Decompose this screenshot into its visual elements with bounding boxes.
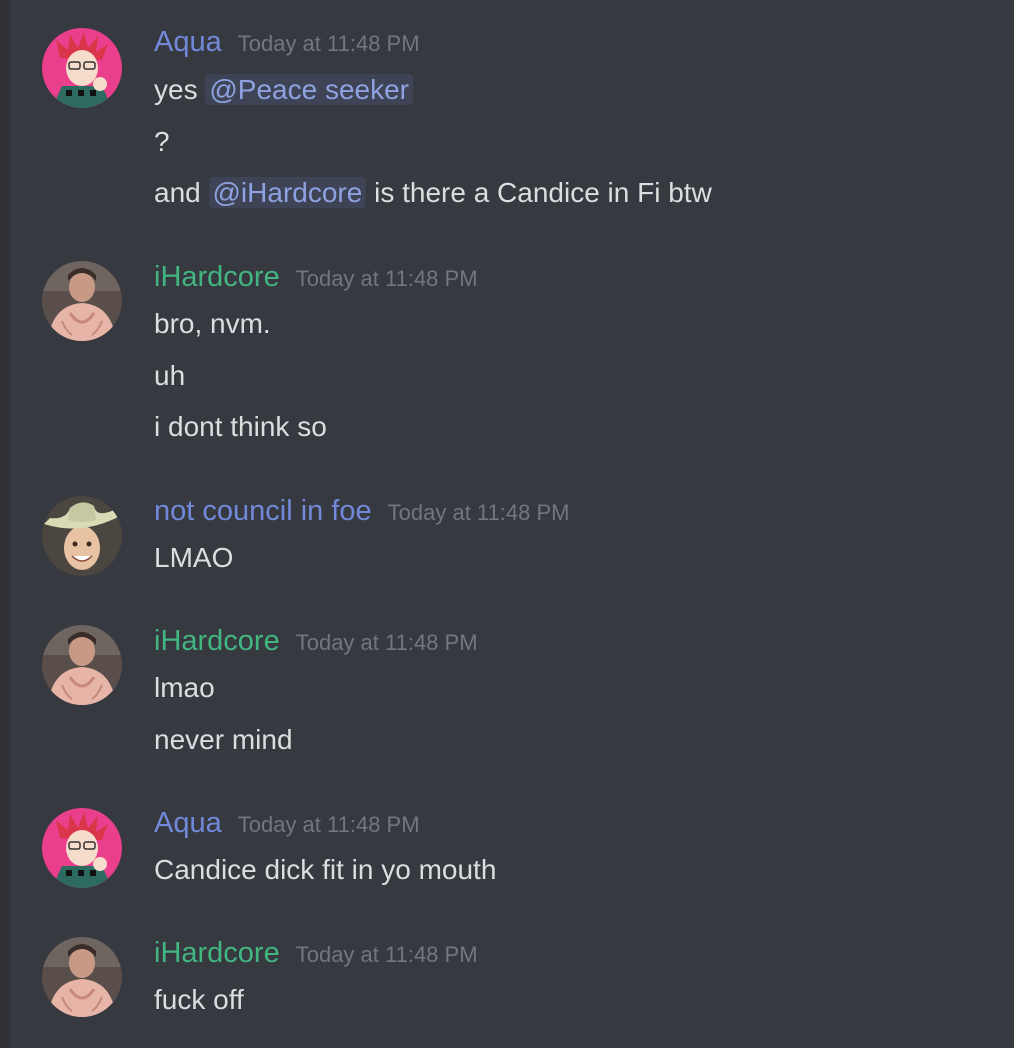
timestamp: Today at 11:48 PM <box>237 31 420 56</box>
photo-avatar-icon[interactable] <box>42 261 122 341</box>
photo-avatar-icon[interactable] <box>42 937 122 1017</box>
timestamp: Today at 11:48 PM <box>387 500 570 525</box>
message-text: i dont think so <box>154 411 327 442</box>
message-text: fuck off <box>154 984 244 1015</box>
anime-avatar-icon[interactable] <box>42 808 122 888</box>
timestamp: Today at 11:48 PM <box>295 630 478 655</box>
username[interactable]: iHardcore <box>154 625 280 657</box>
message-text: Candice dick fit in yo mouth <box>154 854 497 885</box>
message-line: yes @Peace seeker <box>154 71 413 109</box>
message-line: fuck off <box>154 981 244 1019</box>
message-line: i dont think so <box>154 408 327 446</box>
user-mention[interactable]: @Peace seeker <box>205 74 413 105</box>
message-text: uh <box>154 360 186 391</box>
message-line: never mind <box>154 721 293 759</box>
message-text: yes <box>154 74 206 105</box>
anime-avatar-icon[interactable] <box>42 28 122 108</box>
timestamp: Today at 11:48 PM <box>295 266 478 291</box>
cowboy-hat-avatar-icon[interactable] <box>42 496 122 576</box>
message-list: Aqua Today at 11:48 PM yes @Peace seeker … <box>0 0 1014 1048</box>
photo-avatar-icon[interactable] <box>42 625 122 705</box>
timestamp: Today at 11:48 PM <box>237 812 420 837</box>
message-line: ? <box>154 123 170 161</box>
message-line: LMAO <box>154 539 233 577</box>
message-text: and <box>154 177 209 208</box>
message-line: bro, nvm. <box>154 305 271 343</box>
username[interactable]: Aqua <box>154 26 222 58</box>
message-text: ? <box>154 126 170 157</box>
timestamp: Today at 11:48 PM <box>295 942 478 967</box>
message-text: LMAO <box>154 542 234 573</box>
message-text: is there a Candice in Fi btw <box>366 177 712 208</box>
username[interactable]: not council in foe <box>154 495 372 527</box>
message-line: uh <box>154 357 185 395</box>
user-mention[interactable]: @iHardcore <box>208 177 367 208</box>
message-line: and @iHardcore is there a Candice in Fi … <box>154 174 712 212</box>
username[interactable]: iHardcore <box>154 261 280 293</box>
username[interactable]: iHardcore <box>154 937 280 969</box>
message-text: bro, nvm. <box>154 308 271 339</box>
message-text: never mind <box>154 724 293 755</box>
message-text: lmao <box>154 672 215 703</box>
message-line: lmao <box>154 669 215 707</box>
message-line: Candice dick fit in yo mouth <box>154 851 496 889</box>
username[interactable]: Aqua <box>154 807 222 839</box>
